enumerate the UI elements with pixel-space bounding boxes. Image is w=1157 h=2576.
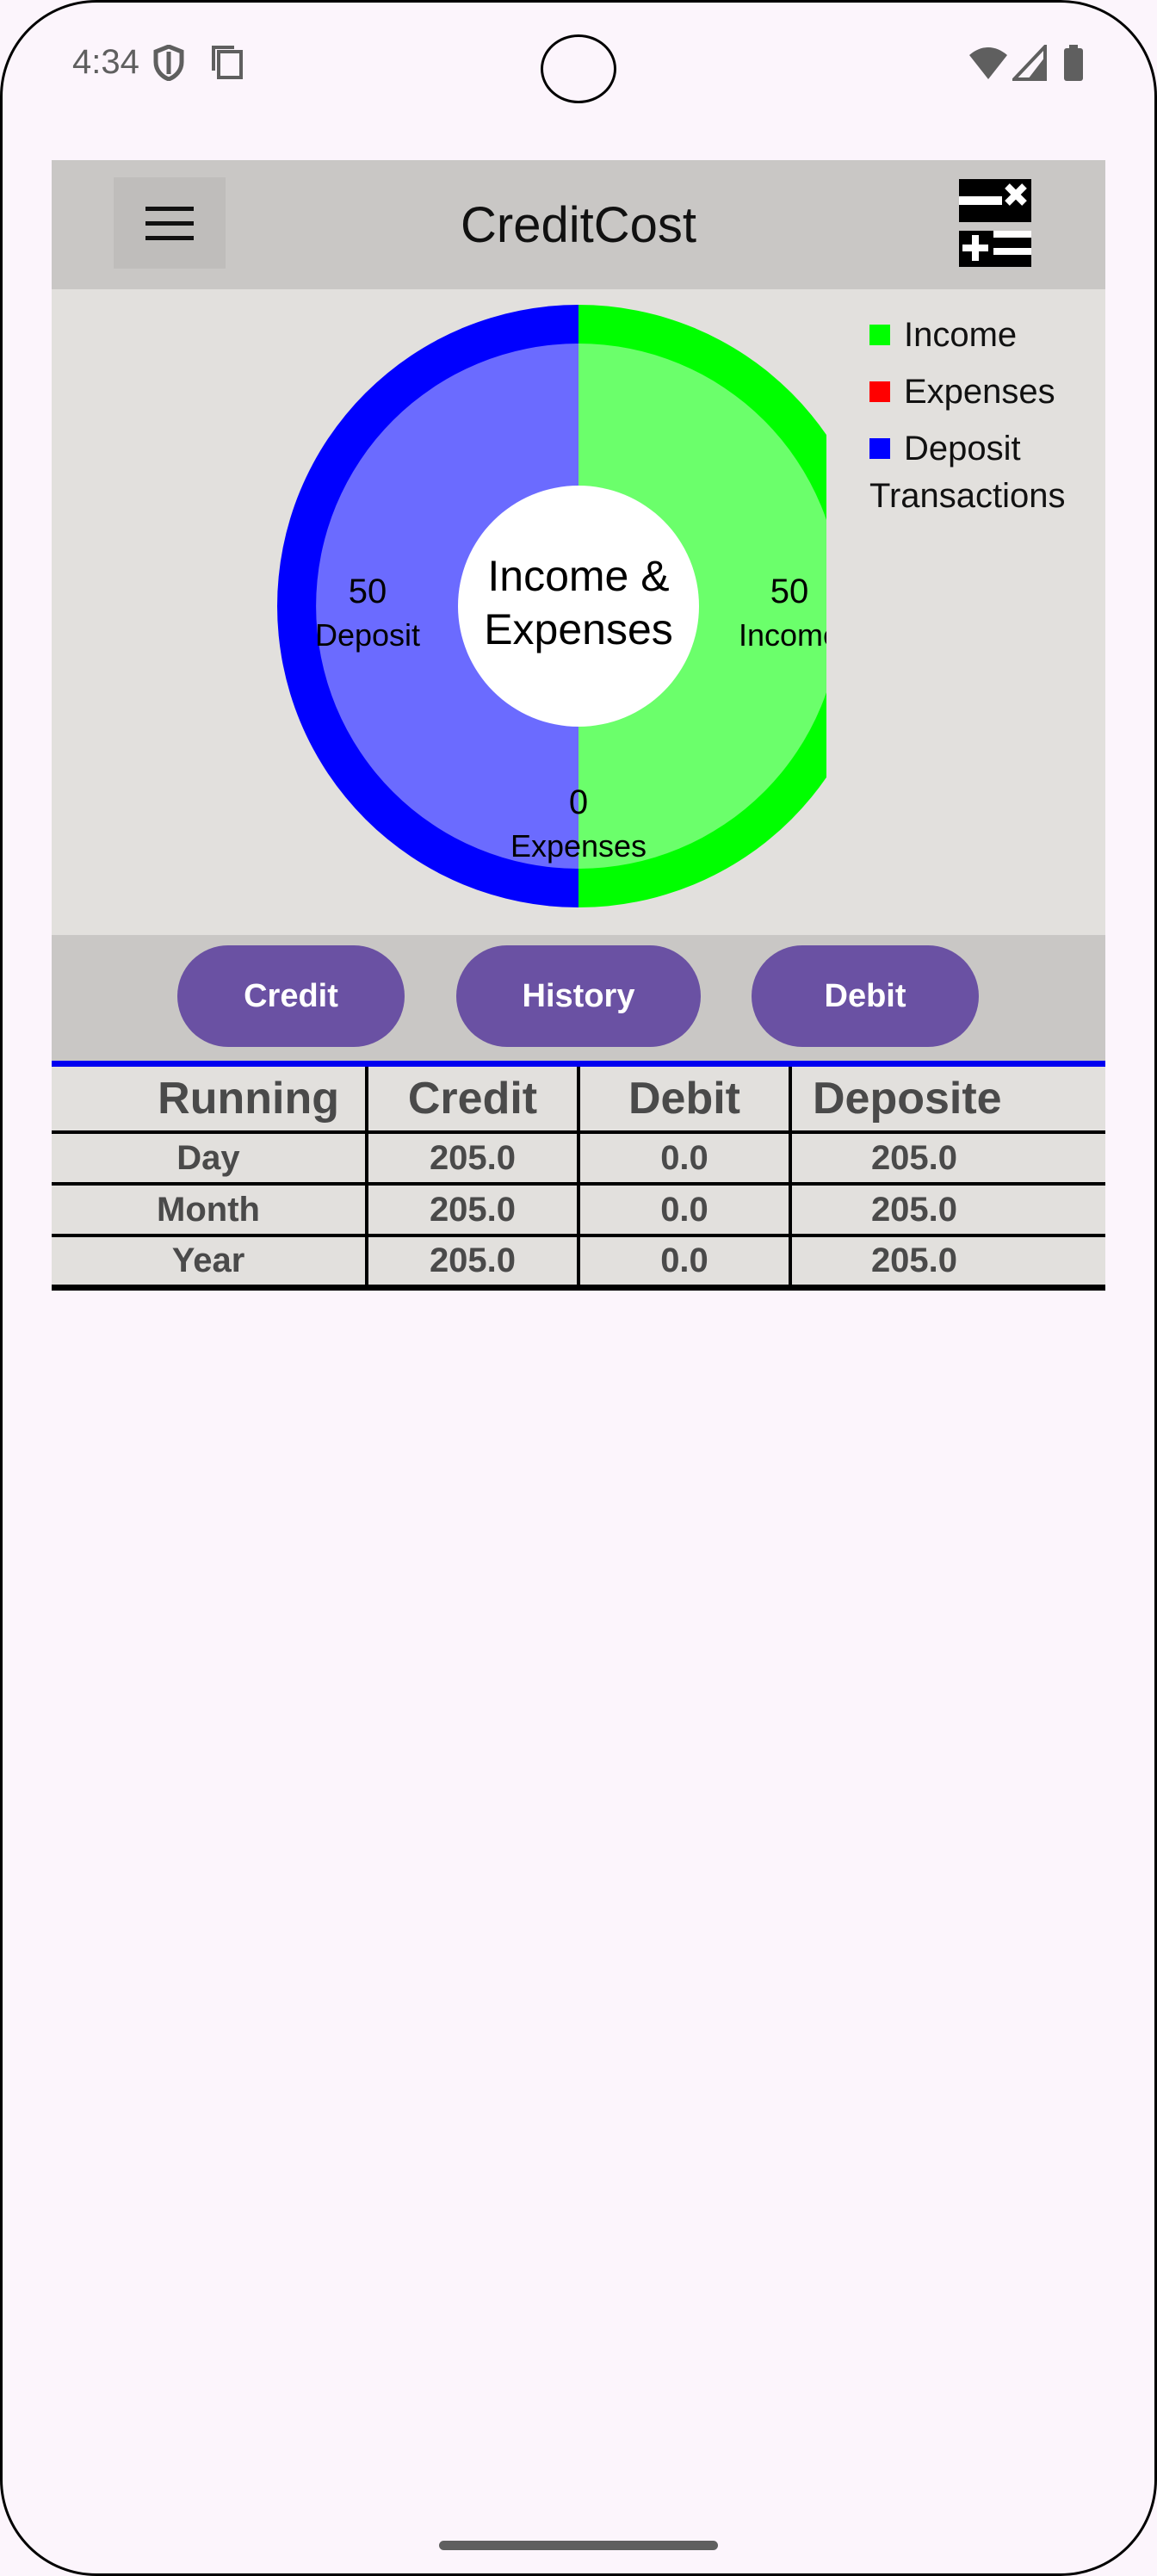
app-title: CreditCost — [461, 197, 696, 253]
legend-label-expenses: Expenses — [904, 372, 1055, 411]
debit-cell: 0.0 — [578, 1184, 792, 1237]
row-label: Year — [52, 1235, 368, 1291]
slice-label-expenses: Expenses — [510, 828, 647, 864]
table-row: Year 205.0 0.0 205.0 — [52, 1235, 1105, 1291]
deposite-cell: 205.0 — [790, 1132, 1105, 1186]
legend-item-deposit: Deposit — [869, 420, 1066, 477]
chart-area: Income & Expenses 50 Income 0 Expenses 50 Dep… — [52, 289, 1105, 935]
credit-cell: 205.0 — [367, 1184, 580, 1237]
front-camera — [541, 34, 616, 103]
row-label: Day — [52, 1132, 368, 1186]
battery-icon — [1064, 45, 1083, 81]
credit-button[interactable]: Credit — [177, 945, 405, 1047]
debit-button[interactable]: Debit — [752, 945, 979, 1047]
button-bar: Credit History Debit — [52, 935, 1105, 1062]
clipboard-icon — [212, 46, 243, 79]
table-header-row: Running Credit Debit Deposite — [52, 1067, 1105, 1134]
header-deposite: Deposite — [790, 1067, 1105, 1134]
history-button[interactable]: History — [456, 945, 701, 1047]
slice-value-deposit: 50 — [349, 573, 387, 610]
slice-label-deposit: Deposit — [315, 617, 420, 653]
slice-value-expenses: 0 — [569, 783, 588, 821]
header-running: Running — [52, 1067, 368, 1134]
legend-item-expenses: Expenses — [869, 363, 1066, 420]
divider-line — [52, 1061, 1105, 1067]
legend-label-deposit: Deposit — [904, 429, 1021, 468]
chart-legend: Income Expenses Deposit Transactions — [869, 307, 1066, 516]
legend-label-income: Income — [904, 315, 1018, 354]
running-summary-table: Running Credit Debit Deposite Day 205.0 … — [52, 1067, 1105, 1291]
wifi-icon — [969, 47, 1007, 79]
header-debit: Debit — [578, 1067, 792, 1134]
shield-icon — [153, 45, 184, 81]
legend-swatch-expenses — [869, 381, 890, 402]
slice-value-income: 50 — [770, 573, 809, 610]
credit-cell: 205.0 — [367, 1132, 580, 1186]
slice-label-income: Income — [739, 617, 826, 653]
signal-icon — [1012, 45, 1047, 81]
table-row: Day 205.0 0.0 205.0 — [52, 1132, 1105, 1186]
deposite-cell: 205.0 — [790, 1235, 1105, 1291]
row-label: Month — [52, 1184, 368, 1237]
legend-swatch-income — [869, 325, 890, 345]
chart-center-title-line2: Expenses — [484, 605, 673, 653]
header-credit: Credit — [367, 1067, 580, 1134]
legend-caption: Transactions — [869, 477, 1066, 515]
credit-cell: 205.0 — [367, 1235, 580, 1291]
status-time: 4:34 — [72, 43, 139, 81]
table-row: Month 205.0 0.0 205.0 — [52, 1184, 1105, 1237]
debit-cell: 0.0 — [578, 1235, 792, 1291]
donut-chart: Income & Expenses 50 Income 0 Expenses 50 Dep… — [277, 305, 826, 907]
chart-center-title-line1: Income & — [487, 552, 669, 600]
calculator-logo-icon — [959, 179, 1031, 267]
legend-swatch-deposit — [869, 438, 890, 459]
legend-item-income: Income — [869, 307, 1066, 363]
app-bar: CreditCost — [52, 160, 1105, 289]
home-indicator[interactable] — [439, 2541, 718, 2550]
deposite-cell: 205.0 — [790, 1184, 1105, 1237]
debit-cell: 0.0 — [578, 1132, 792, 1186]
status-bar: 4:34 — [0, 0, 1157, 129]
